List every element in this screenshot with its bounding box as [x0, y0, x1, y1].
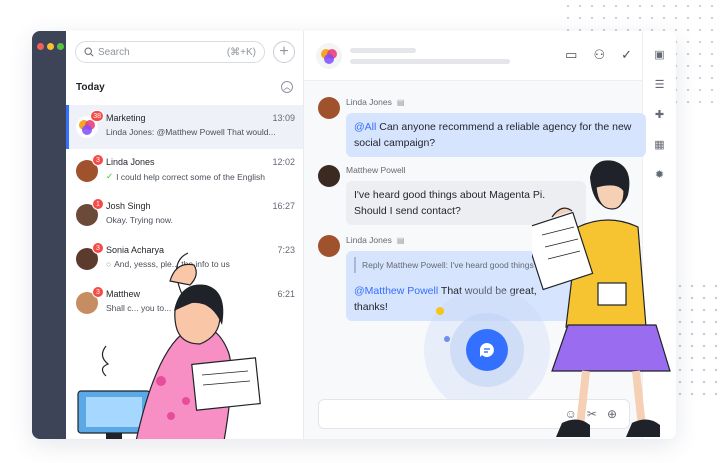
conversation-name: Marketing — [106, 113, 146, 123]
sender-name: Linda Jones — [346, 97, 392, 107]
conversation-item-linda-jones[interactable]: 3 Linda Jones 12:02 ✓ I could help correct… — [66, 149, 303, 193]
avatar: 1 — [76, 198, 104, 226]
conversation-preview: Okay. Trying now. — [106, 215, 173, 225]
group-avatar: 38 — [76, 110, 104, 138]
unread-badge: 1 — [92, 198, 104, 210]
conversation-list-panel: Search (⌘+K) + Today ︿ 38 Marketing 13:09… — [66, 31, 304, 439]
mention[interactable]: @All — [354, 121, 376, 133]
chat-bubble-icon: ▤ — [396, 97, 405, 107]
group-logo-icon — [321, 48, 337, 64]
conversation-time: 16:27 — [272, 201, 295, 211]
maximize-window-button[interactable] — [57, 43, 64, 50]
add-member-icon[interactable]: ⚇ — [593, 47, 605, 63]
search-input[interactable]: Search (⌘+K) — [75, 41, 265, 63]
avatar — [318, 97, 340, 119]
decorative-dot — [436, 307, 444, 315]
conversation-item-marketing[interactable]: 38 Marketing 13:09 Linda Jones: @Matthew … — [66, 105, 303, 149]
search-icon — [84, 47, 94, 57]
avatar — [318, 165, 340, 187]
message-text: Can anyone recommend a reliable agency f… — [354, 121, 632, 149]
conversation-preview: I could help correct some of the English — [116, 171, 265, 182]
app-window: Search (⌘+K) + Today ︿ 38 Marketing 13:09… — [32, 31, 676, 439]
chat-panel: ▭ ⚇ ✓ Linda Jones ▤ @All Can anyone recom… — [304, 31, 671, 439]
collapse-section-button[interactable]: ︿ — [281, 81, 293, 93]
message: Linda Jones ▤ @All Can anyone recommend a… — [318, 97, 646, 157]
briefcase-icon[interactable]: ▣ — [653, 47, 667, 61]
message-text: I've heard good things about Magenta Pi.… — [354, 189, 546, 217]
avatar: 3 — [76, 154, 104, 182]
pin-icon[interactable]: ✚ — [653, 107, 667, 121]
avatar — [318, 235, 340, 257]
sender-name: Matthew Powell — [346, 165, 406, 175]
new-chat-button[interactable]: + — [273, 41, 295, 63]
conversation-time: 13:09 — [272, 113, 295, 123]
section-label: Today — [76, 81, 105, 93]
chat-title-placeholder — [350, 47, 510, 64]
search-list-icon[interactable]: ☰ — [653, 77, 667, 91]
chevron-up-icon: ︿ — [283, 84, 291, 91]
mention[interactable]: @Matthew Powell — [354, 285, 438, 297]
window-controls — [37, 43, 64, 50]
plus-icon: + — [279, 43, 289, 60]
conversation-item-josh-singh[interactable]: 1 Josh Singh 16:27 Okay. Trying now. — [66, 193, 303, 237]
conversation-time: 12:02 — [272, 157, 295, 167]
chat-action-button[interactable] — [466, 329, 508, 371]
search-shortcut: (⌘+K) — [226, 46, 256, 58]
conversation-name: Josh Singh — [106, 201, 151, 211]
unread-badge: 3 — [92, 154, 104, 166]
decorative-dot — [444, 336, 450, 342]
conversation-preview: Linda Jones: @Matthew Powell That would.… — [106, 127, 276, 137]
illustration-person-reading — [532, 160, 671, 437]
check-circle-icon: ✓ — [106, 171, 114, 181]
search-placeholder: Search — [98, 46, 130, 58]
conversation-name: Linda Jones — [106, 157, 155, 167]
chat-header: ▭ ⚇ ✓ — [304, 31, 642, 81]
illustration-person-with-paper — [77, 252, 261, 439]
video-icon[interactable]: ▭ — [565, 47, 577, 63]
app-rail — [32, 31, 66, 439]
close-window-button[interactable] — [37, 43, 44, 50]
unread-badge: 38 — [90, 110, 104, 122]
message-bubble: @All Can anyone recommend a reliable age… — [346, 113, 646, 157]
check-icon[interactable]: ✓ — [621, 47, 632, 63]
calendar-add-icon[interactable]: ▦ — [653, 137, 667, 151]
sender-name: Linda Jones — [346, 235, 392, 245]
group-avatar — [316, 42, 342, 69]
minimize-window-button[interactable] — [47, 43, 54, 50]
chat-bubble-icon: ▤ — [396, 235, 405, 245]
message-icon — [480, 343, 494, 357]
